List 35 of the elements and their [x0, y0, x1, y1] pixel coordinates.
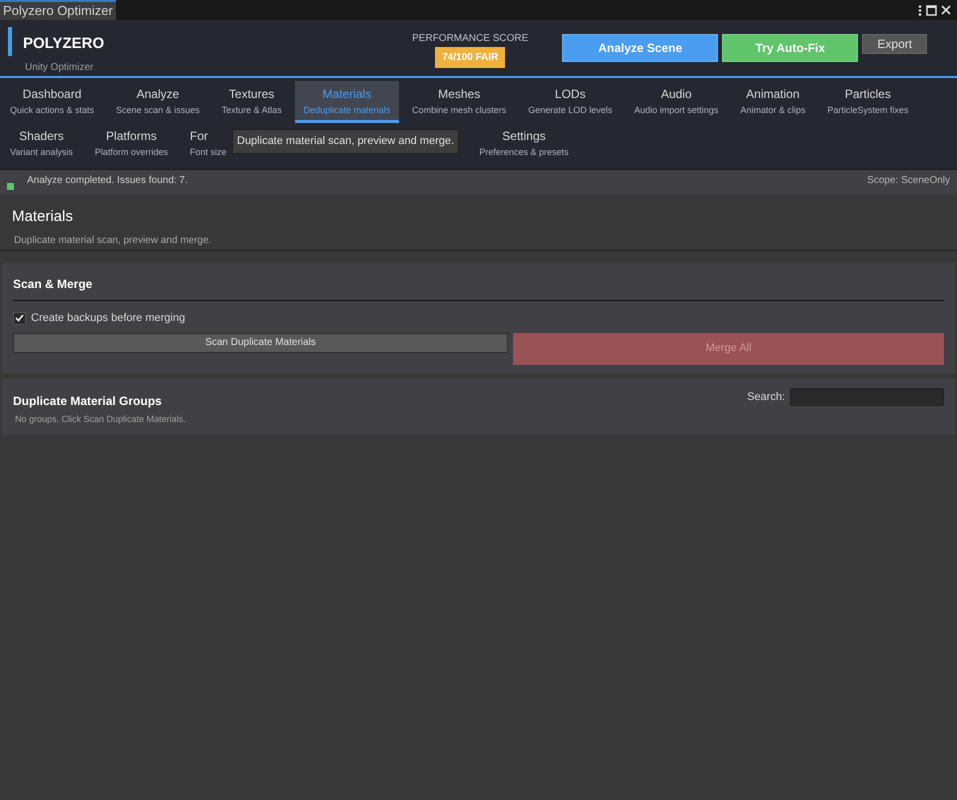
accent-bar: [8, 27, 12, 56]
brand-subtitle: Unity Optimizer: [25, 61, 94, 75]
tab[interactable]: Analyze Scene scan & issues: [107, 81, 209, 123]
tab[interactable]: Platforms Platform overrides: [86, 123, 177, 165]
tab[interactable]: Animation Animator & clips: [731, 81, 814, 123]
tab[interactable]: For Font size: [180, 123, 226, 165]
tab[interactable]: Particles ParticleSystem fixes: [818, 81, 918, 123]
score-badge: 74/100 FAIR: [435, 47, 506, 68]
more-icon[interactable]: [918, 4, 922, 16]
page-description: Duplicate material scan, preview and merge.: [14, 234, 212, 248]
scope-label: Scope: SceneOnly: [867, 174, 950, 188]
page-title: Materials: [12, 208, 74, 226]
section-title: Scan & Merge: [13, 275, 944, 301]
tab[interactable]: Meshes Combine mesh clusters: [403, 81, 516, 123]
tab[interactable]: Shaders Variant analysis: [1, 123, 82, 165]
checkbox-label: Create backups before merging: [31, 311, 186, 326]
maximize-icon[interactable]: [926, 4, 937, 16]
tab[interactable]: Audio Audio import settings: [625, 81, 728, 123]
tab[interactable]: Dashboard Quick actions & stats: [1, 81, 104, 123]
window-title[interactable]: Polyzero Optimizer: [0, 0, 116, 20]
tooltip: Duplicate material scan, preview and merge.: [232, 129, 460, 154]
section-title: Duplicate Material Groups: [13, 392, 163, 410]
tab[interactable]: Textures Texture & Atlas: [212, 81, 291, 123]
scan-button[interactable]: Scan Duplicate Materials: [13, 332, 508, 352]
tab[interactable]: LODs Generate LOD levels: [519, 81, 622, 123]
tab[interactable]: Settings Preferences & presets: [470, 123, 578, 165]
score-label: PERFORMANCE SCORE: [412, 33, 528, 45]
empty-message: No groups. Click Scan Duplicate Materials.: [15, 412, 186, 426]
close-icon[interactable]: [941, 5, 951, 15]
search-label: Search:: [747, 390, 785, 404]
search-field[interactable]: [790, 388, 944, 406]
brand-title: POLYZERO: [23, 34, 104, 54]
export-button[interactable]: Export: [862, 34, 928, 54]
checkbox[interactable]: [13, 312, 26, 325]
status-message: Analyze completed. Issues found: 7.: [27, 174, 188, 188]
